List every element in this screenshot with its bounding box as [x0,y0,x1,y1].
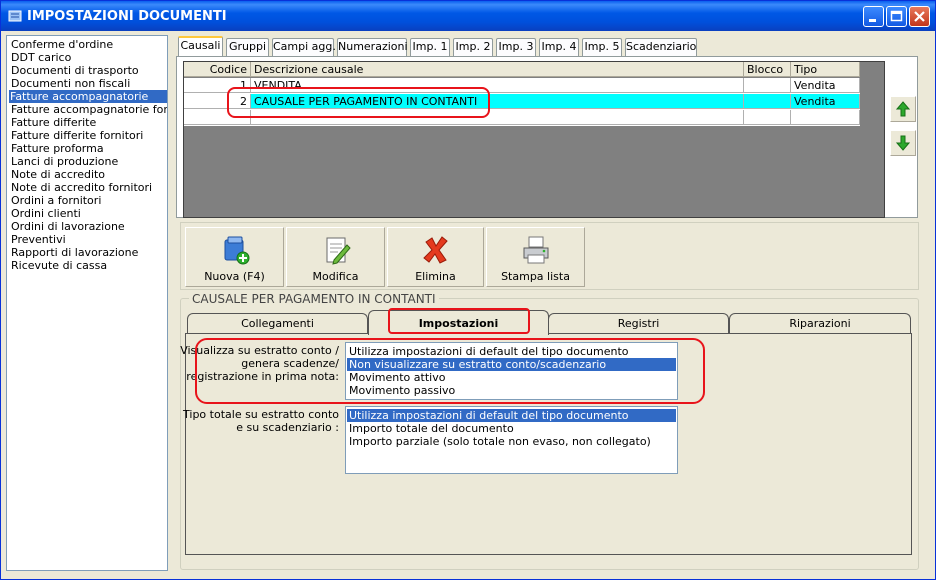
list-item[interactable]: Fatture differite fornitori [10,129,143,142]
list-item-selected[interactable]: Fatture accompagnatorie [9,90,167,103]
cell-blocco [744,94,791,109]
list-item[interactable]: Ricevute di cassa [10,259,107,272]
col-header-descrizione[interactable]: Descrizione causale [251,62,744,77]
highlight-visualizza-setting [195,338,705,404]
edit-icon [326,237,351,265]
tab-scadenziario[interactable]: Scadenziario [625,38,697,56]
close-icon [914,11,925,22]
causali-grid[interactable]: Codice Descrizione causale Blocco Tipo 1… [183,61,885,218]
list-item[interactable]: Ordini a fornitori [10,194,101,207]
close-button[interactable] [909,6,930,27]
tipo-totale-option[interactable]: Importo parziale (solo totale non evaso,… [347,435,676,448]
cell-blocco [744,78,791,93]
list-item[interactable]: Preventivi [10,233,66,246]
subtab-registri[interactable]: Registri [548,313,729,334]
tab-gruppi[interactable]: Gruppi [226,38,269,56]
list-item[interactable]: Note di accredito [10,168,105,181]
subtab-riparazioni[interactable]: Riparazioni [729,313,911,334]
tab-imp-2[interactable]: Imp. 2 [453,38,493,56]
tab-imp-5[interactable]: Imp. 5 [582,38,622,56]
elimina-label: Elimina [415,270,456,283]
tab-imp-1[interactable]: Imp. 1 [410,38,450,56]
highlight-impostazioni-tab [388,308,530,334]
subtab-collegamenti[interactable]: Collegamenti [187,313,368,334]
modifica-label: Modifica [312,270,359,283]
list-item[interactable]: Fatture differite [10,116,96,129]
list-item[interactable]: Ordini di lavorazione [10,220,125,233]
document-type-list[interactable]: Conferme d'ordine DDT carico Documenti di … [6,35,168,571]
main-window: IMPOSTAZIONI DOCUMENTI Conferme d'ordine… [0,0,936,580]
group-title: CAUSALE PER PAGAMENTO IN CONTANTI [189,292,439,306]
tipo-totale-option[interactable]: Importo totale del documento [347,422,676,435]
minimize-button[interactable] [863,6,884,27]
new-document-icon [224,236,249,265]
delete-icon [422,236,448,264]
nuova-label: Nuova (F4) [204,270,265,283]
printer-icon [523,236,548,264]
move-up-button[interactable] [890,96,916,122]
app-icon [8,10,22,22]
cell-tipo: Vendita [791,94,860,109]
highlight-selected-row [227,87,490,118]
col-header-tipo[interactable]: Tipo [791,62,860,77]
grid-header-row: Codice Descrizione causale Blocco Tipo [184,62,860,78]
maximize-icon [890,10,903,22]
list-item[interactable]: Note di accredito fornitori [10,181,152,194]
minimize-icon [869,19,876,22]
tab-imp-4[interactable]: Imp. 4 [539,38,579,56]
list-item[interactable]: Rapporti di lavorazione [10,246,138,259]
tab-causali[interactable]: Causali [178,36,223,57]
cell-blocco [744,110,791,125]
cell-tipo: Vendita [791,78,860,93]
tipo-totale-label-1: Tipo totale su estratto conto [183,408,339,421]
list-item[interactable]: Ordini clienti [10,207,81,220]
tab-imp-3[interactable]: Imp. 3 [496,38,536,56]
list-item[interactable]: Fatture proforma [10,142,104,155]
nuova-button[interactable]: Nuova (F4) [185,227,284,287]
stampa-lista-label: Stampa lista [501,270,570,283]
list-item[interactable]: Lanci di produzione [10,155,118,168]
list-item[interactable]: Conferme d'ordine [10,38,113,51]
tab-campi-agg[interactable]: Campi agg. [272,38,336,56]
tipo-totale-listbox[interactable]: Utilizza impostazioni di default del tip… [345,406,678,474]
cell-tipo [791,110,860,125]
col-header-codice[interactable]: Codice [184,62,251,77]
list-item[interactable]: DDT carico [10,51,71,64]
move-down-button[interactable] [890,130,916,156]
col-header-blocco[interactable]: Blocco [744,62,791,77]
maximize-button[interactable] [886,6,907,27]
tipo-totale-option-selected[interactable]: Utilizza impostazioni di default del tip… [347,409,676,422]
elimina-button[interactable]: Elimina [387,227,484,287]
list-item[interactable]: Documenti non fiscali [10,77,130,90]
window-title: IMPOSTAZIONI DOCUMENTI [27,9,227,24]
tipo-totale-label-2: e su scadenziario : [236,421,339,434]
tab-numerazioni[interactable]: Numerazioni [337,38,408,56]
arrow-up-icon [895,101,911,117]
stampa-lista-button[interactable]: Stampa lista [486,227,585,287]
list-item[interactable]: Fatture accompagnatorie fornitori [10,103,167,116]
arrow-down-icon [895,135,911,151]
modifica-button[interactable]: Modifica [286,227,385,287]
title-bar[interactable]: IMPOSTAZIONI DOCUMENTI [1,1,935,31]
list-item[interactable]: Documenti di trasporto [10,64,139,77]
